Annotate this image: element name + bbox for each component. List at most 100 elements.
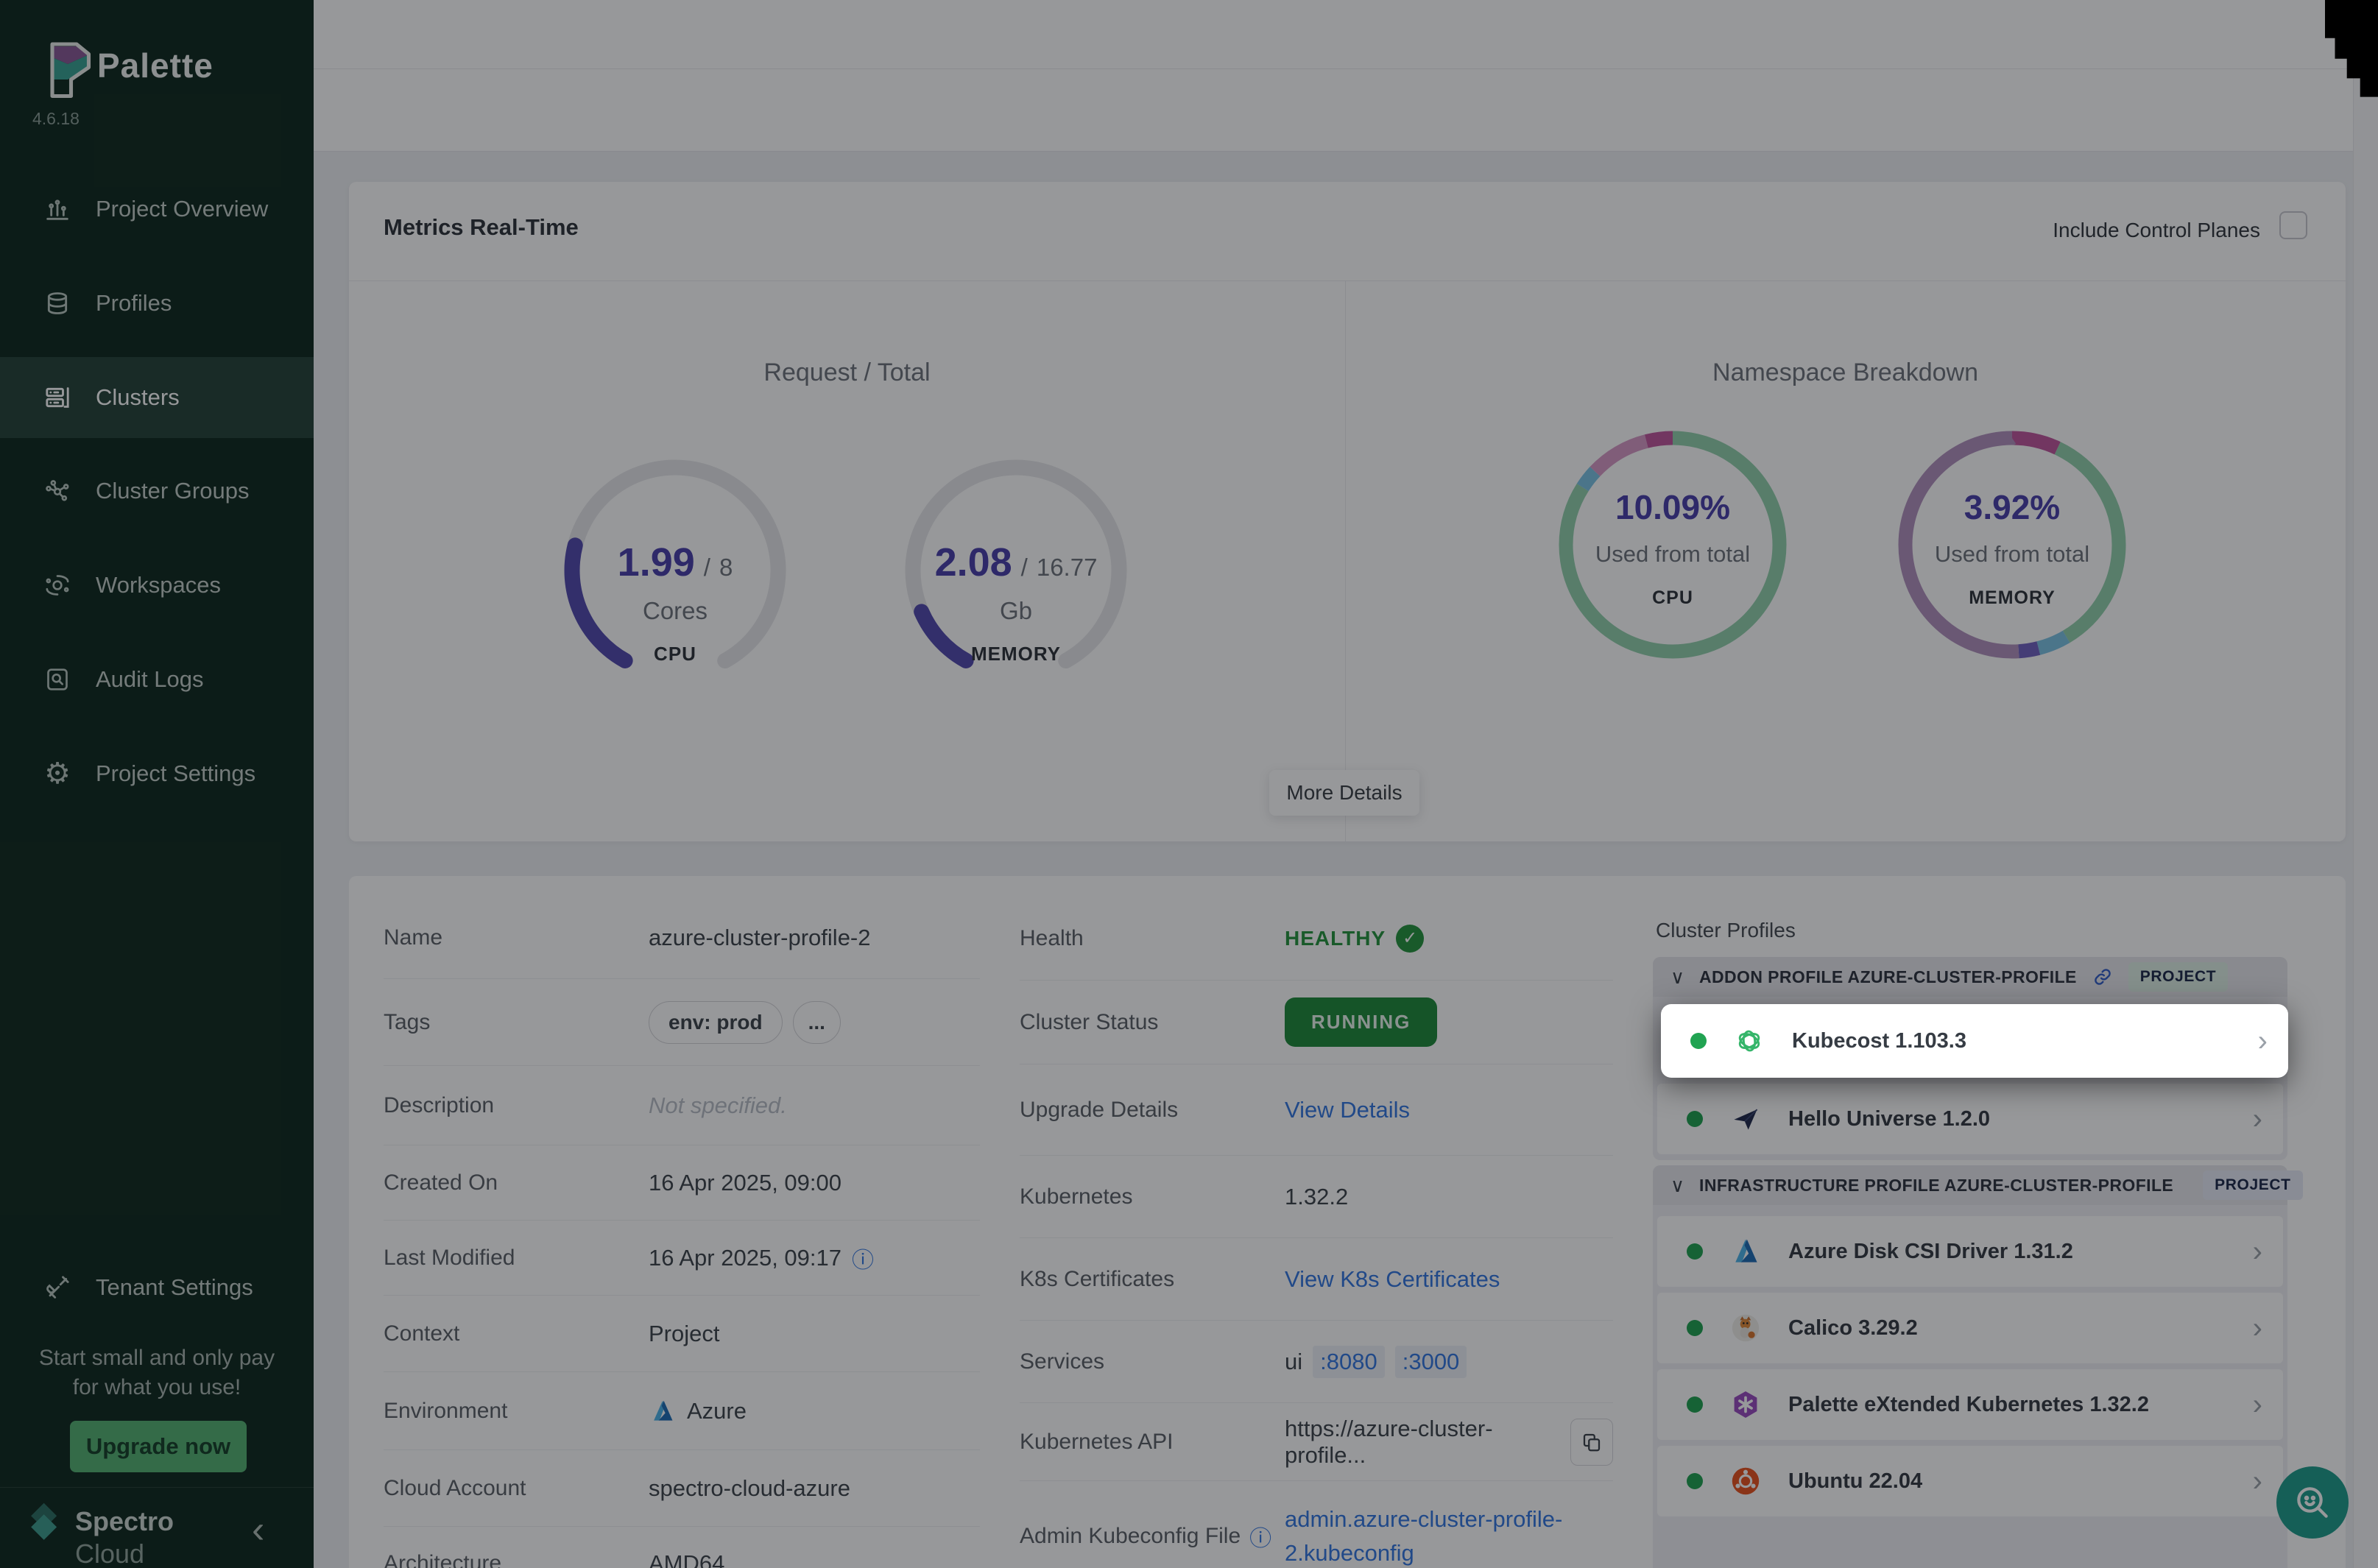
detail-row-admin-kubeconfig: Admin Kubeconfig File ⓘ admin.azure-clus… bbox=[1020, 1481, 1613, 1568]
status-dot bbox=[1687, 1243, 1703, 1260]
cluster-details-card: Name azure-cluster-profile-2 Tags env: p… bbox=[349, 876, 2346, 1568]
assistant-fab-button[interactable] bbox=[2276, 1466, 2349, 1539]
context-value: Project bbox=[649, 1321, 719, 1347]
chevron-down-icon: ∨ bbox=[1670, 1174, 1684, 1197]
service-port-3000-link[interactable]: :3000 bbox=[1395, 1346, 1467, 1378]
profile-row-hello-universe[interactable]: Hello Universe 1.2.0 › bbox=[1657, 1084, 2283, 1154]
sidebar-item-label: Project Overview bbox=[96, 196, 268, 222]
detail-row-cloud-account: Cloud Account spectro-cloud-azure bbox=[384, 1450, 980, 1527]
cluster-name-value: azure-cluster-profile-2 bbox=[649, 925, 871, 951]
memory-request-separator: / bbox=[1021, 554, 1028, 582]
cloud-account-value: spectro-cloud-azure bbox=[649, 1475, 850, 1502]
app-version: 4.6.18 bbox=[32, 109, 80, 129]
info-icon[interactable]: ⓘ bbox=[1249, 1520, 1271, 1553]
view-details-link[interactable]: View Details bbox=[1285, 1097, 1410, 1123]
status-dot bbox=[1687, 1111, 1703, 1127]
memory-donut-caption: Used from total bbox=[1894, 541, 2130, 568]
cpu-gauge-unit: Cores bbox=[557, 597, 793, 625]
created-on-value: 16 Apr 2025, 09:00 bbox=[649, 1170, 842, 1196]
detail-row-context: Context Project bbox=[384, 1296, 980, 1372]
promo-text-line2: for what you use! bbox=[0, 1375, 314, 1400]
memory-gauge-unit: Gb bbox=[898, 597, 1134, 625]
page-scrollbar[interactable] bbox=[2353, 0, 2378, 1568]
project-scope-badge: PROJECT bbox=[2128, 962, 2228, 992]
status-dot bbox=[1687, 1473, 1703, 1489]
chevron-right-icon: › bbox=[2253, 1103, 2262, 1136]
sidebar-item-audit-logs[interactable]: Audit Logs bbox=[0, 639, 314, 720]
field-label: Tags bbox=[384, 1010, 649, 1035]
memory-donut-label: MEMORY bbox=[1894, 587, 2130, 609]
memory-request-gauge: 2.08 / 16.77 Gb MEMORY bbox=[898, 453, 1134, 688]
field-label: Cloud Account bbox=[384, 1476, 649, 1501]
include-control-planes-label: Include Control Planes bbox=[2053, 219, 2260, 242]
admin-kubeconfig-link[interactable]: admin.azure-cluster-profile-2.kubeconfig bbox=[1285, 1502, 1594, 1568]
copy-button[interactable] bbox=[1570, 1419, 1613, 1466]
sidebar-item-label: Clusters bbox=[96, 384, 180, 411]
field-label: Kubernetes bbox=[1020, 1184, 1285, 1209]
addon-profile-group-header[interactable]: ∨ ADDON PROFILE AZURE-CLUSTER-PROFILE PR… bbox=[1653, 957, 2287, 997]
sidebar-collapse-button[interactable]: ‹ bbox=[252, 1508, 264, 1552]
upgrade-now-button[interactable]: Upgrade now bbox=[70, 1421, 247, 1472]
detail-row-kubernetes-api: Kubernetes API https://azure-cluster-pro… bbox=[1020, 1403, 1613, 1481]
cpu-namespace-donut: 10.09% Used from total CPU bbox=[1555, 427, 1790, 663]
copy-icon bbox=[1581, 1431, 1603, 1453]
field-label: Kubernetes API bbox=[1020, 1430, 1285, 1455]
azure-icon bbox=[649, 1397, 677, 1425]
cpu-request-value: 1.99 bbox=[618, 540, 695, 585]
kubernetes-version-value: 1.32.2 bbox=[1285, 1184, 1348, 1210]
sidebar-item-project-settings[interactable]: ⚙ Project Settings bbox=[0, 733, 314, 814]
profile-row-kubecost-highlighted[interactable]: Kubecost 1.103.3 › bbox=[1661, 1004, 2288, 1078]
field-label: Admin Kubeconfig File bbox=[1020, 1524, 1241, 1549]
clusters-icon bbox=[41, 381, 74, 414]
namespace-breakdown-title: Namespace Breakdown bbox=[1345, 359, 2346, 387]
profile-row-ubuntu[interactable]: Ubuntu 22.04 › bbox=[1657, 1446, 2283, 1516]
view-k8s-certificates-link[interactable]: View K8s Certificates bbox=[1285, 1266, 1500, 1293]
infrastructure-profile-group-header[interactable]: ∨ INFRASTRUCTURE PROFILE AZURE-CLUSTER-P… bbox=[1653, 1165, 2287, 1205]
sidebar-item-workspaces[interactable]: Workspaces bbox=[0, 545, 314, 626]
sidebar-item-tenant-settings[interactable]: Tenant Settings bbox=[0, 1247, 314, 1328]
profile-row-azure-disk-csi[interactable]: Azure Disk CSI Driver 1.31.2 › bbox=[1657, 1216, 2283, 1287]
cluster-status-badge: RUNNING bbox=[1285, 997, 1437, 1047]
info-icon[interactable]: ⓘ bbox=[852, 1242, 874, 1274]
sidebar-item-label: Project Settings bbox=[96, 760, 255, 787]
tags-more-button[interactable]: ... bbox=[793, 1001, 841, 1044]
description-value: Not specified. bbox=[649, 1092, 787, 1119]
profile-row-palette-extended-k8s[interactable]: Palette eXtended Kubernetes 1.32.2 › bbox=[1657, 1369, 2283, 1440]
architecture-value: AMD64 bbox=[649, 1550, 724, 1568]
field-label: Upgrade Details bbox=[1020, 1098, 1285, 1123]
sidebar-footer-divider bbox=[0, 1487, 314, 1488]
cpu-request-gauge: 1.99 / 8 Cores CPU bbox=[557, 453, 793, 688]
azure-disk-icon bbox=[1728, 1234, 1763, 1269]
more-details-button[interactable]: More Details bbox=[1269, 770, 1419, 816]
health-status-text: HEALTHY bbox=[1285, 927, 1386, 950]
detail-row-health: Health HEALTHY ✓ bbox=[1020, 897, 1613, 981]
sidebar-item-profiles[interactable]: Profiles bbox=[0, 263, 314, 344]
field-label: Cluster Status bbox=[1020, 1010, 1285, 1035]
chevron-right-icon: › bbox=[2258, 1025, 2268, 1058]
cluster-profiles-title: Cluster Profiles bbox=[1656, 919, 1796, 942]
field-label: Environment bbox=[384, 1399, 649, 1424]
profile-name: Azure Disk CSI Driver 1.31.2 bbox=[1788, 1240, 2253, 1264]
profile-row-calico[interactable]: Calico 3.29.2 › bbox=[1657, 1293, 2283, 1363]
detail-row-upgrade-details: Upgrade Details View Details bbox=[1020, 1064, 1613, 1156]
sidebar-item-clusters[interactable]: Clusters bbox=[0, 357, 314, 438]
service-port-8080-link[interactable]: :8080 bbox=[1313, 1346, 1385, 1378]
detail-row-tags: Tags env: prod ... bbox=[384, 979, 980, 1066]
card-header-divider bbox=[349, 280, 2346, 281]
sidebar-item-label: Workspaces bbox=[96, 572, 221, 598]
search-assistant-icon bbox=[2292, 1482, 2333, 1523]
detail-row-environment: Environment Azure bbox=[384, 1372, 980, 1450]
sidebar-item-project-overview[interactable]: Project Overview bbox=[0, 169, 314, 250]
include-control-planes-checkbox[interactable] bbox=[2279, 211, 2307, 239]
chevron-right-icon: › bbox=[2253, 1312, 2262, 1345]
link-icon bbox=[2092, 966, 2114, 988]
sidebar-item-cluster-groups[interactable]: Cluster Groups bbox=[0, 451, 314, 532]
brand-name-line2: Cloud bbox=[75, 1539, 144, 1568]
chevron-right-icon: › bbox=[2253, 1388, 2262, 1422]
top-bar bbox=[314, 0, 2378, 69]
gear-icon: ⚙ bbox=[41, 757, 74, 790]
brand-name-line1: Spectro bbox=[75, 1506, 174, 1537]
infrastructure-profile-name: INFRASTRUCTURE PROFILE AZURE-CLUSTER-PRO… bbox=[1699, 1176, 2173, 1196]
calico-icon bbox=[1728, 1310, 1763, 1346]
field-label: Health bbox=[1020, 926, 1285, 951]
